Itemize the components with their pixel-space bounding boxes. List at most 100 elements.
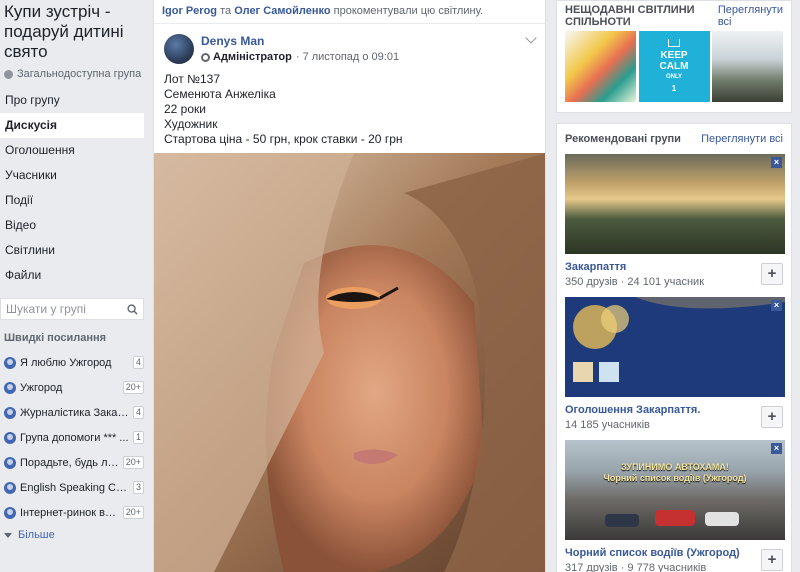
cover-decoration [605,510,739,527]
group-name[interactable]: Закарпаття [565,260,704,274]
post-line: Стартова ціна - 50 грн, крок ставки - 20… [164,132,403,146]
activity-user-link[interactable]: Олег Самойленко [234,5,330,17]
quick-link[interactable]: Журналістика Закар... 4 [0,400,148,425]
group-icon [4,456,16,469]
group-privacy: Загальнодоступна група [0,62,148,88]
group-privacy-label: Загальнодоступна група [17,68,142,80]
close-icon[interactable]: × [771,157,782,168]
quick-link-badge: 4 [132,406,144,419]
quick-link-badge: 20+ [122,506,144,519]
activity-joiner: та [220,5,232,17]
quick-link-label: Інтернет-ринок в У... [20,506,119,519]
quick-link-badge: 1 [132,431,144,444]
nav-files[interactable]: Файли [0,263,148,288]
portrait-image [154,153,545,572]
chevron-down-icon[interactable] [525,32,537,44]
quick-link[interactable]: Порадьте, будь ла... 20+ [0,450,148,475]
quick-links-title: Швидкі посилання [4,332,107,344]
group-stats: 14 185 учасників [565,419,650,431]
right-column: НЕЩОДАВНІ СВІТЛИНИ СПІЛЬНОТИ Переглянути… [556,0,792,572]
join-group-button[interactable]: + [761,406,783,428]
join-group-button[interactable]: + [761,549,783,571]
post-photo[interactable] [154,153,545,572]
group-suggestion: × Закарпаття 350 друзів · 24 101 учасник… [557,154,791,297]
see-all-photos-link[interactable]: Переглянути всі [718,4,783,28]
post-author[interactable]: Denys Man [201,34,399,48]
group-name[interactable]: Оголошення Закарпаття. [565,403,700,417]
group-info: Оголошення Закарпаття. 14 185 учасників … [565,397,783,440]
photo-thumbnail[interactable] [565,31,636,102]
post-line: Художник [164,117,218,131]
group-name[interactable]: Чорний список водіїв (Ужгород) [565,546,740,560]
recommended-groups-card: Рекомендовані групи Переглянути всі × За… [556,123,792,572]
show-more-link[interactable]: Більше [0,525,148,545]
quick-link-label: Ужгород [20,381,63,394]
quick-link[interactable]: Ужгород 20+ [0,375,148,400]
globe-icon [4,69,13,79]
post-header: Denys Man Адміністратор · 7 листопад о 0… [154,24,545,64]
join-group-button[interactable]: + [761,263,783,285]
photo-thumbnail[interactable]: KEEP CALM ONLY 1 [638,31,710,102]
nav-about[interactable]: Про групу [0,88,148,113]
nav-events[interactable]: Події [0,188,148,213]
quick-link-label: Журналістика Закар... [20,406,129,419]
see-all-groups-link[interactable]: Переглянути всі [701,133,783,145]
quick-link-label: Порадьте, будь ла... [20,456,119,469]
group-stats: 317 друзів · 9 778 учасників [565,562,707,572]
left-sidebar: Купи зустріч - подаруй дитині свято Зага… [0,0,148,572]
post-meta: Адміністратор · 7 листопад о 09:01 [201,51,399,63]
author-role: Адміністратор [213,51,292,63]
recent-photos-card: НЕЩОДАВНІ СВІТЛИНИ СПІЛЬНОТИ Переглянути… [556,0,792,113]
recent-photos-title: НЕЩОДАВНІ СВІТЛИНИ СПІЛЬНОТИ [565,4,695,28]
photo-thumbnails: KEEP CALM ONLY 1 [557,31,791,112]
post-text: Лот №137 Семенюта Анжеліка 22 роки Худож… [154,64,545,155]
nav-discussion[interactable]: Дискусія [0,113,144,138]
group-icon [4,506,16,519]
group-info: Закарпаття 350 друзів · 24 101 учасник + [565,254,783,297]
nav-announcements[interactable]: Оголошення [0,138,148,163]
caret-down-icon [4,532,12,538]
group-search-input[interactable] [6,302,116,316]
quick-link-label: Група допомоги *** ... [20,431,129,444]
nav-photos[interactable]: Світлини [0,238,148,263]
recommended-groups-header: Рекомендовані групи Переглянути всі [557,124,791,154]
nav-videos[interactable]: Відео [0,213,148,238]
admin-badge-icon [201,52,210,62]
nav-members[interactable]: Учасники [0,163,148,188]
quick-link-label: English Speaking Club [20,481,129,494]
search-icon[interactable] [127,303,138,315]
quick-link-label: Я люблю Ужгород [20,356,112,369]
activity-user-link[interactable]: Igor Perog [162,5,217,17]
group-title[interactable]: Купи зустріч - подаруй дитині свято [0,0,148,62]
post-line: 22 роки [164,102,206,116]
group-nav: Про групу Дискусія Оголошення Учасники П… [0,88,148,288]
author-avatar[interactable] [164,34,194,64]
group-cover-image[interactable]: × [565,154,785,254]
quick-link[interactable]: Група допомоги *** ... 1 [0,425,148,450]
show-more-label: Більше [18,529,55,541]
quick-link-badge: 20+ [122,381,144,394]
crown-icon [668,39,680,47]
group-cover-image[interactable]: × [565,297,785,397]
quick-link[interactable]: Я люблю Ужгород 4 [0,350,148,375]
quick-link[interactable]: Інтернет-ринок в У... 20+ [0,500,148,525]
quick-links-list: Я люблю Ужгород 4 Ужгород 20+ Журналістика… [0,350,148,525]
group-suggestion: × Оголошення Закарпаття. 14 185 учасникі… [557,297,791,440]
recent-photos-header: НЕЩОДАВНІ СВІТЛИНИ СПІЛЬНОТИ Переглянути… [557,1,791,31]
post-date[interactable]: · 7 листопад о 09:01 [296,51,399,63]
keep-calm-text: KEEP [660,50,688,61]
quick-link[interactable]: English Speaking Club 3 [0,475,148,500]
post-author-block: Denys Man Адміністратор · 7 листопад о 0… [201,34,399,64]
recommended-groups-title: Рекомендовані групи [565,133,681,145]
close-icon[interactable]: × [771,443,782,454]
close-icon[interactable]: × [771,300,782,311]
group-cover-image[interactable]: ЗУПИНИМО АВТОХАМА! Чорний список водіїв … [565,440,785,540]
photo-thumbnail[interactable] [712,31,783,102]
group-stats: 350 друзів · 24 101 учасник [565,276,705,288]
cover-decoration [573,297,785,382]
group-icon [4,356,16,369]
group-icon [4,406,16,419]
quick-link-badge: 3 [132,481,144,494]
keep-calm-text: ONLY [665,74,683,80]
group-icon [4,481,16,494]
